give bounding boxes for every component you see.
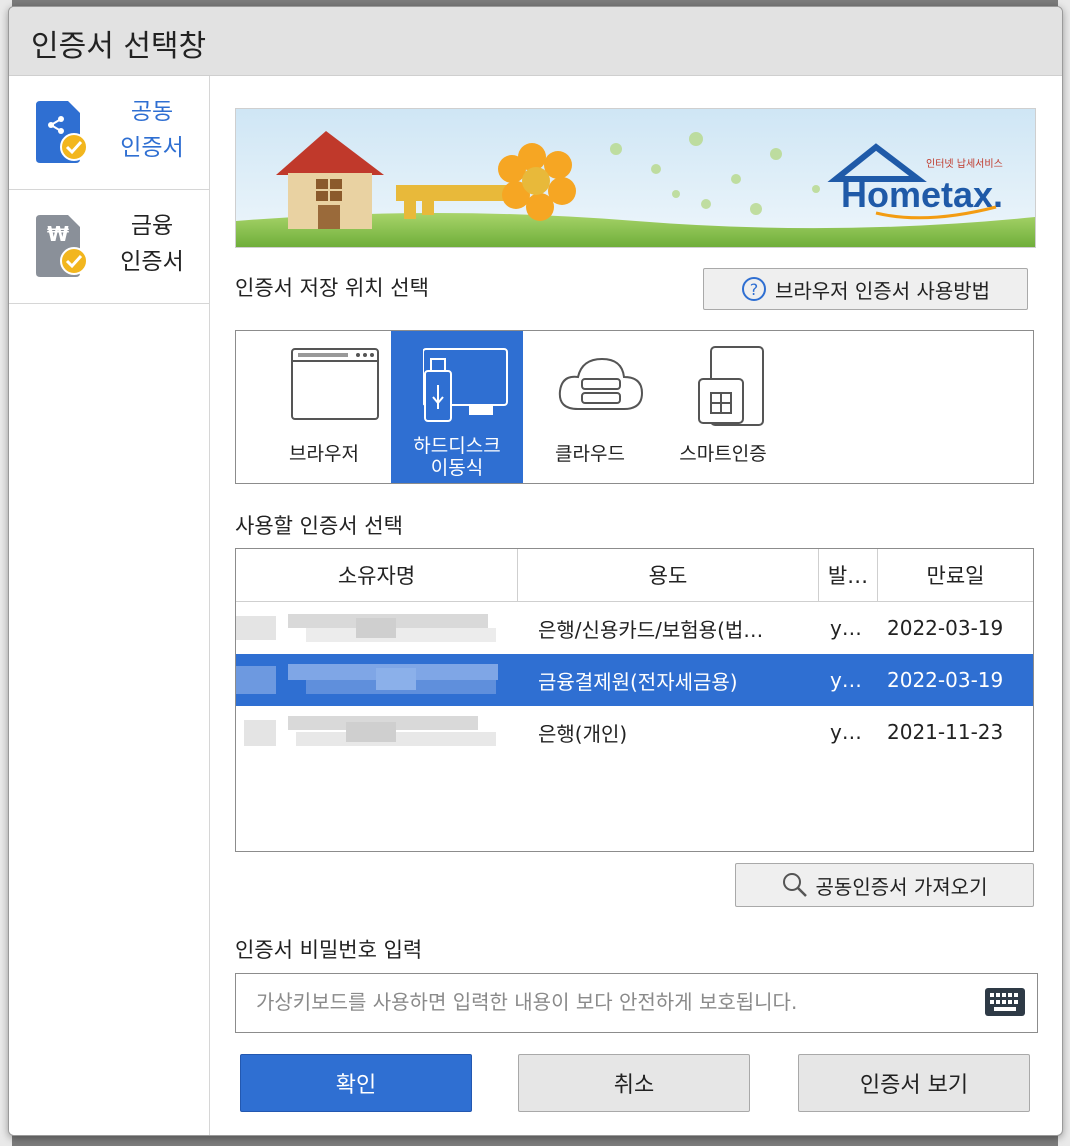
storage-option-label: 브라우저: [289, 443, 359, 465]
issuer-cell: y…: [830, 720, 862, 744]
cancel-button[interactable]: 취소: [518, 1054, 750, 1112]
column-header-expiry[interactable]: 만료일: [878, 549, 1033, 601]
table-header: 소유자명 용도 발… 만료일: [236, 549, 1033, 602]
certificate-table: 소유자명 용도 발… 만료일 은행/신용카드/보험용(법… y… 2022-03…: [235, 548, 1034, 852]
share-certificate-icon: [36, 101, 90, 163]
confirm-button[interactable]: 확인: [240, 1054, 472, 1112]
storage-option-label: 스마트인증: [679, 443, 767, 465]
column-header-owner[interactable]: 소유자명: [236, 549, 518, 601]
search-icon: [782, 873, 807, 897]
import-certificate-button[interactable]: 공동인증서 가져오기: [735, 863, 1034, 907]
column-header-usage[interactable]: 용도: [518, 549, 819, 601]
usage-cell: 금융결제원(전자세금용): [538, 669, 738, 694]
title-bar[interactable]: 인증서 선택창: [9, 7, 1062, 76]
password-label: 인증서 비밀번호 입력: [235, 938, 423, 962]
browser-certificate-help-button[interactable]: ? 브라우저 인증서 사용방법: [703, 268, 1028, 310]
owner-name-redacted: [236, 714, 506, 750]
browser-icon: [291, 348, 379, 420]
help-icon: ?: [741, 277, 766, 301]
column-header-issuer[interactable]: 발…: [819, 549, 878, 601]
table-row-selected[interactable]: 금융결제원(전자세금용) y… 2022-03-19: [236, 654, 1033, 706]
svg-text:인터넷 납세서비스: 인터넷 납세서비스: [926, 158, 1003, 170]
issuer-cell: y…: [830, 668, 862, 692]
usage-cell: 은행(개인): [538, 721, 628, 746]
storage-option-label: 하드디스크 이동식: [413, 435, 501, 479]
storage-option-hard-disk[interactable]: 하드디스크 이동식: [391, 331, 523, 483]
storage-location-selector: 브라우저 하드디스크 이동식 클라우드 스마트인증: [235, 330, 1034, 484]
sidebar: 공동 인증서 ₩ 금융 인증서: [9, 76, 210, 1135]
sidebar-item-label: 금융 인증서: [120, 213, 184, 275]
svg-text:₩: ₩: [47, 222, 69, 246]
storage-option-label: 클라우드: [555, 443, 625, 465]
issuer-cell: y…: [830, 616, 862, 640]
cloud-icon: [558, 357, 644, 410]
hometax-banner: Hometax. 인터넷 납세서비스: [235, 108, 1036, 248]
sidebar-item-public-certificate[interactable]: 공동 인증서: [9, 76, 209, 190]
table-row[interactable]: 은행(개인) y… 2021-11-23: [236, 706, 1033, 758]
expiry-cell: 2022-03-19: [887, 616, 1004, 640]
password-field-wrapper: [235, 973, 1038, 1033]
owner-name-redacted: [236, 662, 506, 698]
storage-option-browser[interactable]: 브라우저: [258, 331, 390, 483]
virtual-keyboard-icon[interactable]: [985, 988, 1025, 1016]
svg-text:?: ?: [750, 280, 759, 299]
usb-drive-icon: [423, 348, 508, 422]
expiry-cell: 2022-03-19: [887, 668, 1004, 692]
password-input[interactable]: [236, 974, 976, 1030]
storage-option-smart-auth[interactable]: 스마트인증: [657, 331, 789, 483]
won-certificate-icon: ₩: [36, 215, 90, 277]
svg-text:Hometax.: Hometax.: [841, 174, 1003, 215]
owner-name-redacted: [236, 610, 506, 646]
usage-cell: 은행/신용카드/보험용(법…: [538, 617, 764, 642]
certificate-dialog: 인증서 선택창 공동 인증서 ₩ 금융 인증서 Hometax. 인터넷 납세서…: [8, 6, 1063, 1136]
storage-option-cloud[interactable]: 클라우드: [524, 331, 656, 483]
dialog-title: 인증서 선택창: [31, 29, 207, 64]
sidebar-item-label: 공동 인증서: [120, 99, 184, 161]
sidebar-item-finance-certificate[interactable]: ₩ 금융 인증서: [9, 190, 209, 304]
smartphone-icon: [698, 346, 764, 426]
view-certificate-button[interactable]: 인증서 보기: [798, 1054, 1030, 1112]
storage-location-label: 인증서 저장 위치 선택: [235, 276, 429, 300]
expiry-cell: 2021-11-23: [887, 720, 1004, 744]
certificate-select-label: 사용할 인증서 선택: [235, 514, 403, 538]
table-row[interactable]: 은행/신용카드/보험용(법… y… 2022-03-19: [236, 602, 1033, 654]
